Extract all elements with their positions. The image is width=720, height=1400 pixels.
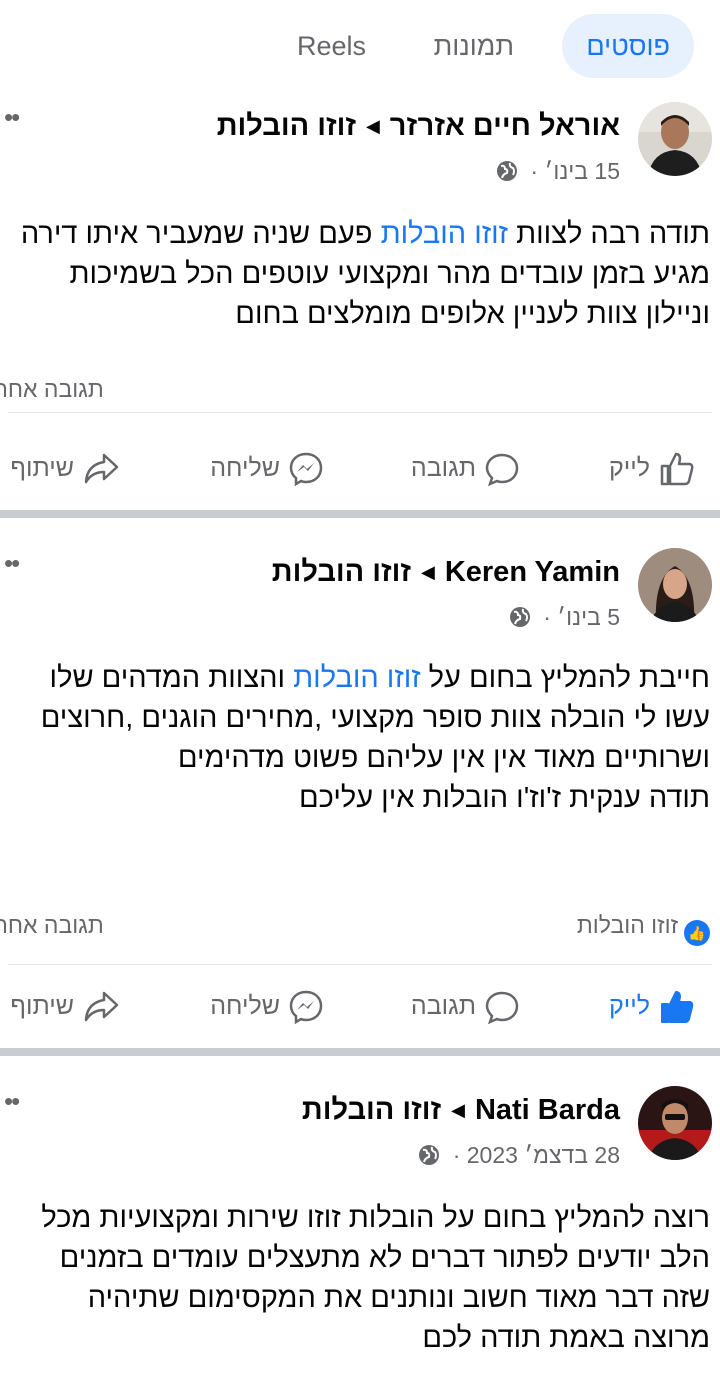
globe-icon	[419, 1145, 440, 1165]
arrow-icon: ◀	[451, 1100, 465, 1120]
page-mention-link[interactable]: זוזו הובלות	[293, 662, 420, 694]
send-label: שליחה	[210, 992, 280, 1020]
messenger-icon	[289, 991, 323, 1025]
author-name[interactable]: Nati Barda	[475, 1094, 620, 1126]
tab-photos[interactable]: תמונות	[410, 14, 538, 78]
profile-tabs: פוסטים תמונות Reels	[0, 0, 720, 100]
page-name[interactable]: זוזו הובלות	[217, 110, 356, 142]
globe-icon	[509, 607, 530, 627]
page-name[interactable]: זוזו הובלות	[272, 556, 411, 588]
post-text: רוצה להמליץ בחום על הובלות זוזו שירות ומ…	[10, 1198, 710, 1358]
divider	[8, 412, 712, 413]
globe-icon	[497, 161, 518, 181]
thumbs-up-icon	[661, 991, 694, 1024]
post-date[interactable]: 15 בינו׳	[545, 158, 621, 184]
post-text-part: תודה רבה לצוות	[508, 218, 710, 250]
comment-button[interactable]: תגובה	[411, 976, 520, 1036]
post-meta: 15 בינו׳ ·	[496, 158, 620, 185]
like-button[interactable]: לייק	[609, 976, 696, 1036]
post-card: Nati Barda ◀ זוזו הובלות •• 28 בדצמ׳ 2023 …	[0, 1056, 720, 1400]
post-divider	[0, 510, 720, 518]
tab-reels[interactable]: Reels	[273, 14, 390, 78]
like-button[interactable]: לייק	[609, 438, 696, 498]
post-text: חייבת להמליץ בחום על זוזו הובלות והצוות …	[10, 658, 710, 818]
share-button[interactable]: שיתוף	[10, 438, 120, 498]
post-date[interactable]: 28 בדצמ׳ 2023	[467, 1142, 620, 1168]
like-label: לייק	[609, 454, 650, 482]
post-card: Keren Yamin ◀ זוזו הובלות •• 5 בינו׳ · חיי…	[0, 518, 720, 1048]
avatar[interactable]	[638, 1086, 712, 1160]
post-divider	[0, 1048, 720, 1056]
avatar[interactable]	[638, 548, 712, 622]
arrow-icon: ◀	[365, 116, 380, 136]
comment-bubble-icon	[485, 992, 519, 1025]
post-text-part: חייבת להמליץ בחום על	[420, 662, 710, 694]
comment-label: תגובה	[410, 454, 476, 482]
post-header: Keren Yamin ◀ זוזו הובלות	[272, 556, 620, 589]
action-bar: לייק תגובה שליחה שיתוף	[0, 976, 720, 1036]
post-meta: 5 בינו׳ ·	[509, 604, 620, 631]
page-mention-link[interactable]: זוזו הובלות	[381, 218, 508, 250]
action-bar: לייק תגובה שליחה שיתוף	[0, 438, 720, 498]
avatar[interactable]	[638, 102, 712, 176]
send-button[interactable]: שליחה	[210, 438, 324, 498]
tab-posts[interactable]: פוסטים	[562, 14, 694, 78]
author-name[interactable]: Keren Yamin	[445, 556, 620, 588]
page-reaction[interactable]: 👍זוזו הובלות	[577, 912, 710, 946]
like-badge-icon: 👍	[684, 920, 710, 946]
post-text-part: רוצה להמליץ בחום על הובלות זוזו שירות ומ…	[41, 1202, 710, 1354]
author-name[interactable]: אוראל חיים אזרזר	[390, 110, 620, 142]
send-button[interactable]: שליחה	[210, 976, 324, 1036]
more-dots-icon[interactable]: ••	[4, 102, 20, 133]
share-label: שיתוף	[10, 992, 74, 1020]
more-dots-icon[interactable]: ••	[4, 1086, 20, 1117]
post-text: תודה רבה לצוות זוזו הובלות פעם שניה שמעב…	[10, 214, 710, 334]
comment-label: תגובה	[410, 992, 476, 1020]
post-header: אוראל חיים אזרזר ◀ זוזו הובלות	[217, 110, 620, 143]
divider	[8, 964, 712, 965]
share-button[interactable]: שיתוף	[10, 976, 120, 1036]
post-header: Nati Barda ◀ זוזו הובלות	[302, 1094, 620, 1127]
post-card: אוראל חיים אזרזר ◀ זוזו הובלות •• 15 בינו׳…	[0, 100, 720, 510]
post-date[interactable]: 5 בינו׳	[557, 604, 620, 630]
share-arrow-icon	[84, 992, 119, 1022]
messenger-icon	[289, 453, 323, 487]
thumbs-up-icon	[660, 453, 694, 486]
reacted-by-name: זוזו הובלות	[576, 912, 678, 938]
post-meta: 28 בדצמ׳ 2023 ·	[418, 1142, 620, 1169]
reply-count-link[interactable]: תגובה אחת	[0, 376, 104, 403]
share-arrow-icon	[84, 454, 119, 484]
send-label: שליחה	[210, 454, 280, 482]
comment-bubble-icon	[485, 454, 519, 487]
arrow-icon: ◀	[420, 562, 435, 582]
page-name[interactable]: זוזו הובלות	[302, 1094, 441, 1126]
reply-count-link[interactable]: תגובה אחת	[0, 912, 104, 939]
like-label: לייק	[609, 992, 650, 1020]
comment-button[interactable]: תגובה	[411, 438, 520, 498]
more-dots-icon[interactable]: ••	[4, 548, 20, 579]
share-label: שיתוף	[10, 454, 74, 482]
